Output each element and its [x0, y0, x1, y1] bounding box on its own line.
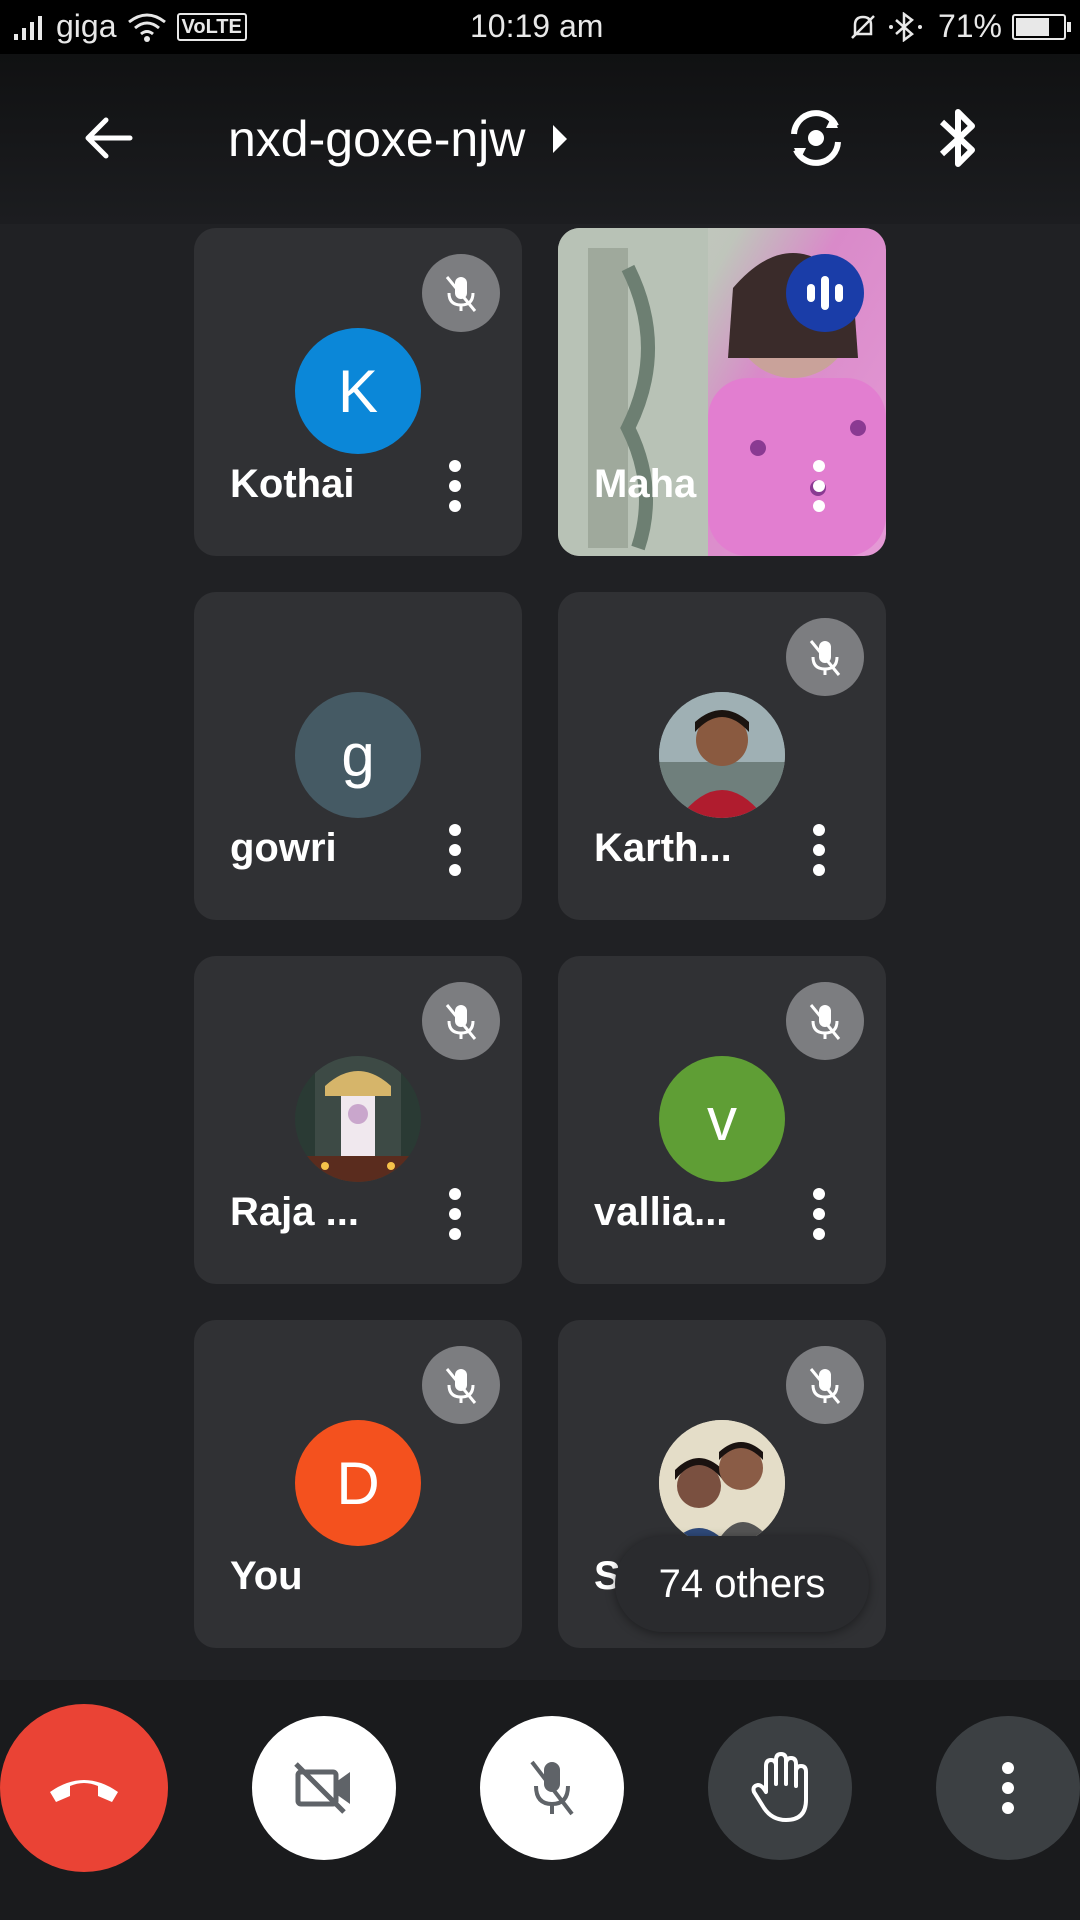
more-options-icon[interactable] [804, 1186, 834, 1242]
phone-hangup-icon [50, 1780, 118, 1802]
signal-icon [14, 15, 42, 40]
wifi-icon [127, 13, 166, 42]
participant-name: Kothai [230, 462, 355, 506]
participant-tile[interactable]: Karth... [558, 592, 886, 920]
meeting-code-button[interactable]: nxd-goxe-njw [228, 110, 568, 168]
mic-off-badge [786, 1346, 864, 1424]
mic-off-badge [422, 1346, 500, 1424]
profile-photo [295, 1056, 421, 1182]
participant-tile[interactable]: g gowri [194, 592, 522, 920]
meeting-header: nxd-goxe-njw [0, 54, 1080, 224]
meeting-code: nxd-goxe-njw [228, 111, 526, 167]
hand-icon [751, 1752, 808, 1822]
mic-off-badge [786, 618, 864, 696]
carrier-name: giga [56, 8, 117, 44]
more-options-button[interactable] [936, 1716, 1080, 1860]
bluetooth-status-icon [888, 11, 922, 42]
more-options-icon[interactable] [440, 1186, 470, 1242]
profile-photo [659, 1420, 785, 1546]
avatar: D [295, 1420, 421, 1546]
more-options-icon[interactable] [440, 458, 470, 514]
participant-tile[interactable]: v vallia... [558, 956, 886, 1284]
mic-off-badge [786, 982, 864, 1060]
switch-camera-icon[interactable] [782, 104, 850, 172]
mic-toggle-button[interactable] [480, 1716, 624, 1860]
camera-toggle-button[interactable] [252, 1716, 396, 1860]
mic-off-icon [530, 1760, 574, 1816]
avatar: v [659, 1056, 785, 1182]
end-call-button[interactable] [0, 1704, 168, 1872]
more-options-icon[interactable] [804, 458, 834, 514]
mic-off-badge [422, 982, 500, 1060]
self-tile[interactable]: D You [194, 1320, 522, 1648]
status-bar: giga VoLTE 10:19 am 71% [0, 0, 1080, 54]
status-time: 10:19 am [470, 8, 604, 44]
others-count-button[interactable]: 74 others [615, 1536, 869, 1632]
more-options-icon[interactable] [804, 822, 834, 878]
more-options-icon[interactable] [440, 822, 470, 878]
mic-off-icon [445, 1368, 477, 1404]
avatar: g [295, 692, 421, 818]
mic-off-icon [809, 640, 841, 676]
back-arrow-icon[interactable] [78, 108, 138, 168]
participant-name: vallia... [594, 1190, 728, 1234]
chevron-right-icon [553, 125, 568, 153]
participant-video-tile[interactable]: Maha [558, 228, 886, 556]
participant-name: Karth... [594, 826, 732, 870]
mic-off-icon [809, 1368, 841, 1404]
notifications-off-icon [851, 14, 875, 39]
mic-off-badge [422, 254, 500, 332]
avatar: K [295, 328, 421, 454]
mic-off-icon [445, 276, 477, 312]
participant-name: You [230, 1554, 303, 1598]
bluetooth-audio-icon[interactable] [930, 104, 986, 172]
participant-name: Raja ... [230, 1190, 359, 1234]
raise-hand-button[interactable] [708, 1716, 852, 1860]
battery-icon [1012, 13, 1071, 40]
profile-photo [659, 692, 785, 818]
participant-name: Maha [594, 462, 697, 506]
mic-off-icon [445, 1004, 477, 1040]
participant-tile[interactable]: K Kothai [194, 228, 522, 556]
more-vert-icon [1002, 1762, 1014, 1814]
mic-off-icon [809, 1004, 841, 1040]
speaking-indicator [786, 254, 864, 332]
volte-badge: VoLTE [176, 12, 247, 41]
participant-name: gowri [230, 826, 337, 870]
participant-tile[interactable]: Raja ... [194, 956, 522, 1284]
camera-off-icon [294, 1762, 350, 1814]
battery-percent: 71% [937, 8, 1002, 44]
